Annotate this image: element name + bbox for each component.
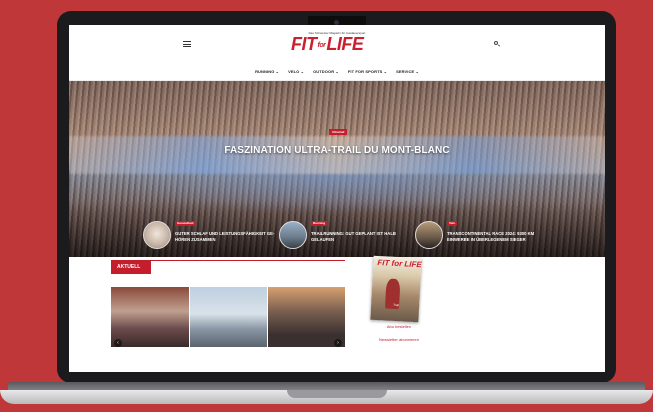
laptop-groove	[287, 390, 387, 398]
nav-item-running[interactable]: RUNNING ⌄	[255, 69, 279, 79]
teaser-badge[interactable]: Velo	[447, 221, 458, 226]
teaser-thumbnail	[143, 221, 171, 249]
magazine-cover[interactable]: FIT for LIFE Trail	[370, 255, 422, 323]
magazine-caption: Trail	[393, 302, 399, 308]
teaser-title[interactable]: TRAILRUNNING: GUT GEPLANT IST HALB GELAU…	[311, 231, 411, 243]
nav-item-fit-for-sports[interactable]: FIT FOR SPORTS ⌄	[348, 69, 387, 79]
article-card[interactable]	[190, 287, 267, 347]
nav-item-velo[interactable]: VELO ⌄	[288, 69, 304, 79]
carousel-prev-icon[interactable]: ‹	[114, 339, 122, 347]
article-card[interactable]	[268, 287, 345, 347]
teaser-thumbnail	[415, 221, 443, 249]
logo-fit: FIT	[291, 34, 317, 54]
logo-for: for	[317, 41, 326, 49]
article-card[interactable]	[111, 287, 189, 347]
newsletter-link[interactable]: Newsletter abonnieren	[369, 337, 429, 342]
section-title: AKTUELL	[111, 260, 151, 274]
logo-life: LIFE	[326, 34, 364, 54]
menu-icon[interactable]	[183, 41, 191, 47]
teaser-card[interactable]: Velo TRANSCONTINENTAL RACE 2024: 9300 KM…	[415, 221, 545, 251]
carousel-next-icon[interactable]: ›	[334, 339, 342, 347]
site-header: Das Schweizer Magazin für Ausdauersport …	[69, 25, 605, 81]
main-nav: RUNNING ⌄ VELO ⌄ OUTDOOR ⌄ FIT FOR SPORT…	[69, 69, 605, 79]
site-logo[interactable]: FITforLIFE	[291, 34, 391, 54]
teaser-card[interactable]: Running TRAILRUNNING: GUT GEPLANT IST HA…	[279, 221, 409, 251]
search-icon[interactable]	[494, 41, 498, 45]
hero-title[interactable]: FASZINATION ULTRA-TRAIL DU MONT-BLANC	[69, 145, 605, 156]
hero-category-badge[interactable]: Ultratrail	[329, 129, 348, 135]
laptop-base	[0, 382, 653, 412]
nav-item-service[interactable]: SERVICE ⌄	[396, 69, 419, 79]
teaser-badge[interactable]: Running	[311, 221, 328, 226]
teaser-thumbnail	[279, 221, 307, 249]
subscribe-link[interactable]: Abo bestellen	[369, 324, 429, 329]
teaser-card[interactable]: Gesundheit GUTER SCHLAF UND LEISTUNGSFÄH…	[143, 221, 275, 251]
hero-banner[interactable]: Ultratrail FASZINATION ULTRA-TRAIL DU MO…	[69, 81, 605, 257]
magazine-logo: FIT for LIFE	[377, 257, 422, 270]
nav-item-outdoor[interactable]: OUTDOOR ⌄	[313, 69, 339, 79]
teaser-title[interactable]: GUTER SCHLAF UND LEISTUNGSFÄHIGKEIT GE-H…	[175, 231, 275, 243]
teaser-badge[interactable]: Gesundheit	[175, 221, 196, 226]
teaser-title[interactable]: TRANSCONTINENTAL RACE 2024: 9300 KM EINW…	[447, 231, 547, 243]
